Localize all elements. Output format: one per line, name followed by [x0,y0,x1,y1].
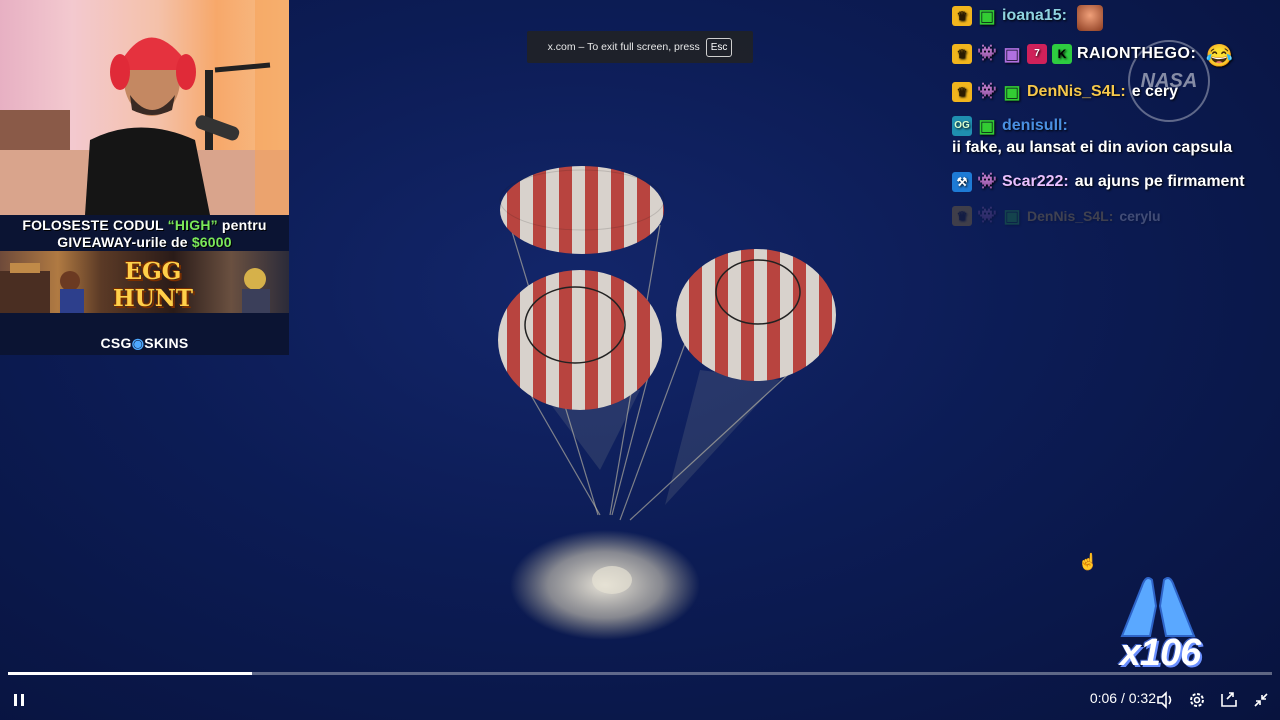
chat-message: ⚒ 👾 Scar222: au ajuns pe firmament [952,171,1272,193]
chat-username: DenNis_S4L: [1027,208,1114,224]
picture-in-picture-icon [1221,692,1237,707]
sponsor-promo: FOLOSESTE CODUL “HIGH” pentru GIVEAWAY-u… [0,215,289,355]
crown-badge-icon: ♛ [952,206,972,226]
face-emote-icon [1076,5,1103,31]
picture-in-picture-button[interactable] [1218,688,1240,712]
pause-icon [14,694,24,706]
chat-message: ♛ 👾 ▣ 7 K RAIONTHEGO: 😂 [952,43,1272,69]
csgoskins-logo: CSG◉SKINS [0,335,289,352]
promo-amount: $6000 [191,234,232,250]
fullscreen-exit-hint: x.com – To exit full screen, press Esc [527,31,753,63]
player-controls: 0:06 / 0:32 [0,680,1280,720]
egg-hunt-banner: EGG HUNT [0,251,289,313]
pause-button[interactable] [8,688,30,712]
exit-fullscreen-icon [1254,693,1268,707]
chat-username: denisull: [1002,117,1068,134]
time-display: 0:06 / 0:32 [1089,690,1156,706]
volume-button[interactable] [1154,688,1176,712]
gift-badge-icon: ▣ [1003,44,1021,64]
gift-badge-icon: ▣ [1003,82,1021,102]
emote-counter: x106 [1119,632,1202,674]
chat-text: e cery [1131,83,1178,100]
chat-username: RAIONTHEGO: [1077,45,1197,62]
hand-cursor-icon: ☝ [1078,554,1098,571]
promo-line-2: GIVEAWAY-urile de $6000 [0,234,289,250]
chat-text: ii fake, au lansat ei din avion capsula [952,139,1233,156]
volume-icon [1157,691,1172,709]
promo-line-1: FOLOSESTE CODUL “HIGH” pentru [0,217,289,233]
chat-message: ♛ ▣ ioana15: [952,5,1272,31]
chat-overlay: ♛ ▣ ioana15: ♛ 👾 ▣ 7 K RAIONTHEGO: 😂 ♛ 👾… [952,5,1272,239]
esc-key-label: Esc [705,37,733,57]
crown-badge-icon: ♛ [952,44,972,64]
crown-badge-icon: ♛ [952,6,972,26]
promo-text: FOLOSESTE CODUL [22,217,168,233]
streamer-webcam [0,0,289,215]
kick-badge-icon: K [1052,44,1072,64]
egg-hunt-title: EGG HUNT [113,258,193,312]
laughing-emote-icon: 😂 [1205,43,1233,68]
streamer-image [0,0,289,215]
brand-left: CSG [100,335,132,351]
gift-badge-icon: ▣ [1003,206,1021,226]
settings-button[interactable] [1186,688,1208,712]
promo-giveaway-text: GIVEAWAY-urile de [57,234,192,250]
gift-badge-icon: ▣ [978,116,996,136]
chat-text: au ajuns pe firmament [1074,173,1245,190]
moderator-badge-icon: ⚒ [952,172,972,192]
praying-hands-emote-icon [1120,577,1196,637]
ghost-badge-icon: 👾 [977,83,997,100]
chat-username: Scar222: [1002,173,1069,190]
brand-ring-icon: ◉ [131,335,145,351]
chat-text: cerylu [1119,208,1161,224]
gift-badge-icon: ▣ [978,6,996,26]
ghost-badge-icon: 👾 [977,45,997,62]
promo-code: “HIGH” [167,217,218,233]
settings-icon [1190,693,1204,707]
fullscreen-hint-text: x.com – To exit full screen, press [547,41,700,53]
sub-badge-icon: 7 [1027,44,1047,64]
chat-username: ioana15: [1002,7,1067,24]
promo-text-suffix: pentru [217,217,267,233]
brand-right: SKINS [144,335,189,351]
og-badge-icon: OG [952,116,972,136]
chat-message: ♛ 👾 ▣ DenNis_S4L: cerylu [952,205,1272,227]
exit-fullscreen-button[interactable] [1250,688,1272,712]
progress-fill [8,672,252,675]
chat-message: OG ▣ denisull: ii fake, au lansat ei din… [952,115,1272,159]
ghost-badge-icon: 👾 [977,207,997,224]
progress-bar[interactable] [8,672,1272,675]
crown-badge-icon: ♛ [952,82,972,102]
chat-username: DenNis_S4L: [1027,83,1126,100]
ghost-badge-icon: 👾 [977,173,997,190]
chat-message: ♛ 👾 ▣ DenNis_S4L: e cery [952,81,1272,103]
